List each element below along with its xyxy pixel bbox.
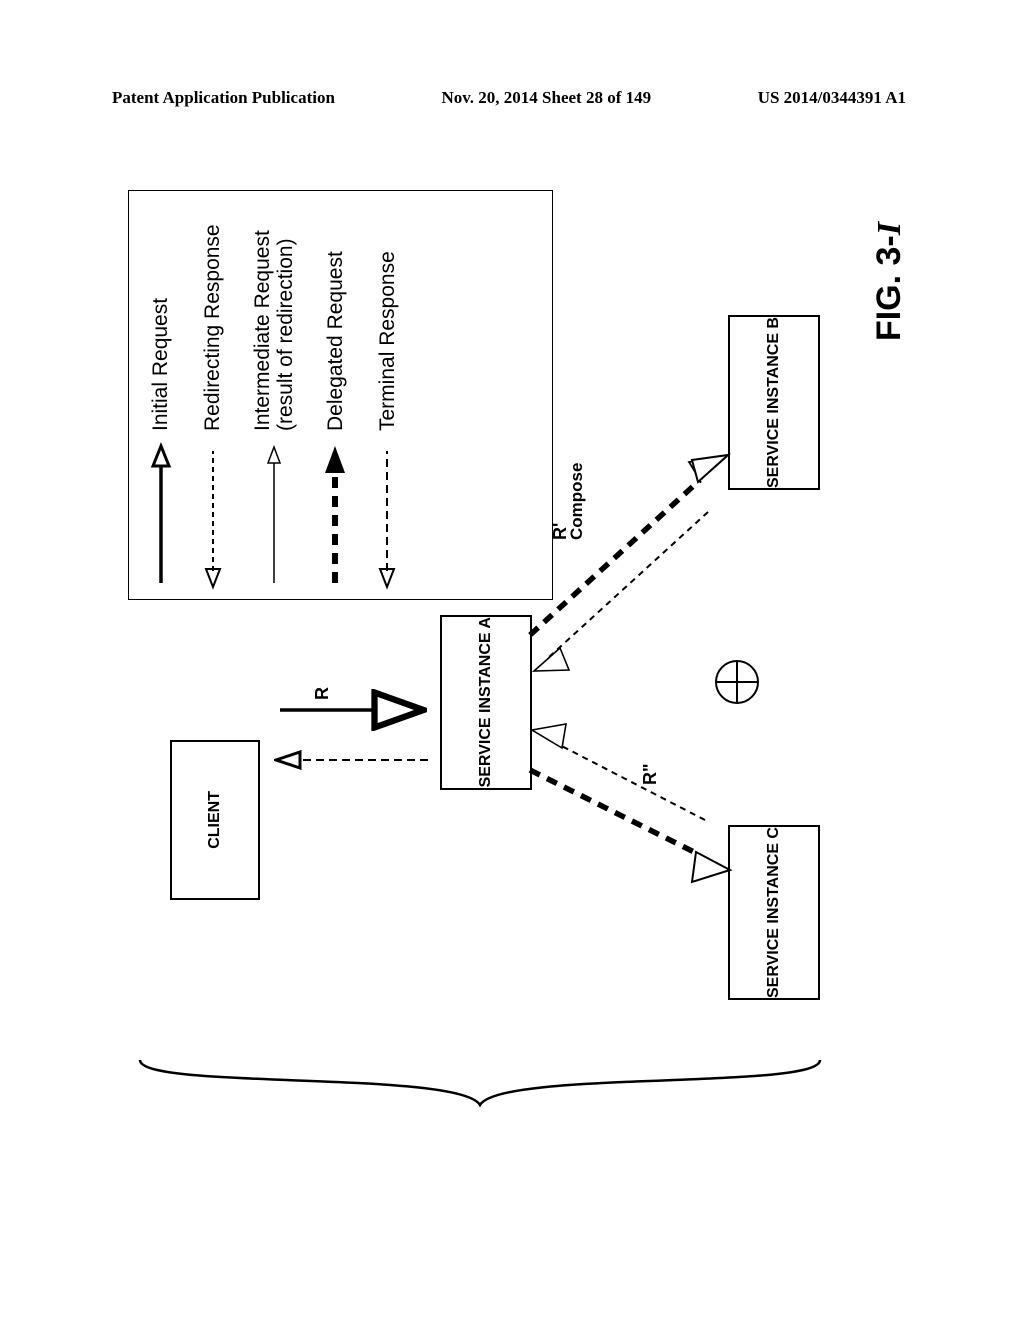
service-instance-c-box: SERVICE INSTANCE C bbox=[728, 825, 820, 1000]
service-a-label: SERVICE INSTANCE A bbox=[476, 617, 497, 787]
legend-label: Delegated Request bbox=[324, 199, 347, 431]
legend-label: Redirecting Response bbox=[201, 199, 224, 431]
legend-row: Delegated Request bbox=[303, 191, 355, 599]
intermediate-request-icon bbox=[260, 441, 288, 591]
header-left: Patent Application Publication bbox=[112, 88, 335, 108]
delegated-ac bbox=[530, 770, 700, 855]
figure-title-suffix: I bbox=[871, 222, 908, 235]
service-instance-b-box: SERVICE INSTANCE B bbox=[728, 315, 820, 490]
terminal-response-icon bbox=[373, 441, 401, 591]
delegated-ab bbox=[530, 458, 725, 635]
legend-label: Terminal Response bbox=[376, 199, 399, 431]
r-double-prime-label: R" bbox=[640, 763, 661, 785]
compose-label: Compose bbox=[567, 463, 587, 540]
legend-row: Redirecting Response bbox=[181, 191, 233, 599]
legend-label: Intermediate Request (result of redirect… bbox=[251, 199, 297, 431]
legend-row: Initial Request bbox=[129, 191, 181, 599]
initial-request-icon bbox=[147, 441, 175, 591]
service-instance-a-box: SERVICE INSTANCE A bbox=[440, 615, 532, 790]
legend-box: Initial Request Redirecting Response Int… bbox=[128, 190, 553, 600]
header-right: US 2014/0344391 A1 bbox=[758, 88, 906, 108]
arrowhead-ac bbox=[692, 852, 730, 882]
redirecting-response-icon bbox=[199, 441, 227, 591]
legend-label: Initial Request bbox=[149, 199, 172, 431]
arrowhead-ca bbox=[532, 724, 566, 748]
figure-title: FIG. 3-I bbox=[870, 222, 909, 341]
curly-brace-icon bbox=[130, 1050, 830, 1120]
legend-row: Terminal Response bbox=[355, 191, 407, 599]
response-ca bbox=[550, 740, 705, 820]
arrowhead-ba bbox=[534, 648, 569, 671]
service-b-label: SERVICE INSTANCE B bbox=[764, 317, 785, 488]
client-label: CLIENT bbox=[205, 791, 226, 849]
delegated-request-icon bbox=[321, 441, 349, 591]
r-label: R bbox=[312, 687, 333, 700]
legend-row: Intermediate Request (result of redirect… bbox=[233, 191, 303, 599]
arrowhead-ab bbox=[692, 455, 728, 482]
header-center: Nov. 20, 2014 Sheet 28 of 149 bbox=[441, 88, 651, 108]
figure-title-prefix: FIG. 3- bbox=[870, 235, 908, 341]
client-box: CLIENT bbox=[170, 740, 260, 900]
service-c-label: SERVICE INSTANCE C bbox=[764, 827, 785, 998]
compose-operator-icon bbox=[715, 660, 759, 704]
figure-area: FIG. 3-I Initial Request Redirecting Res… bbox=[110, 230, 910, 1050]
